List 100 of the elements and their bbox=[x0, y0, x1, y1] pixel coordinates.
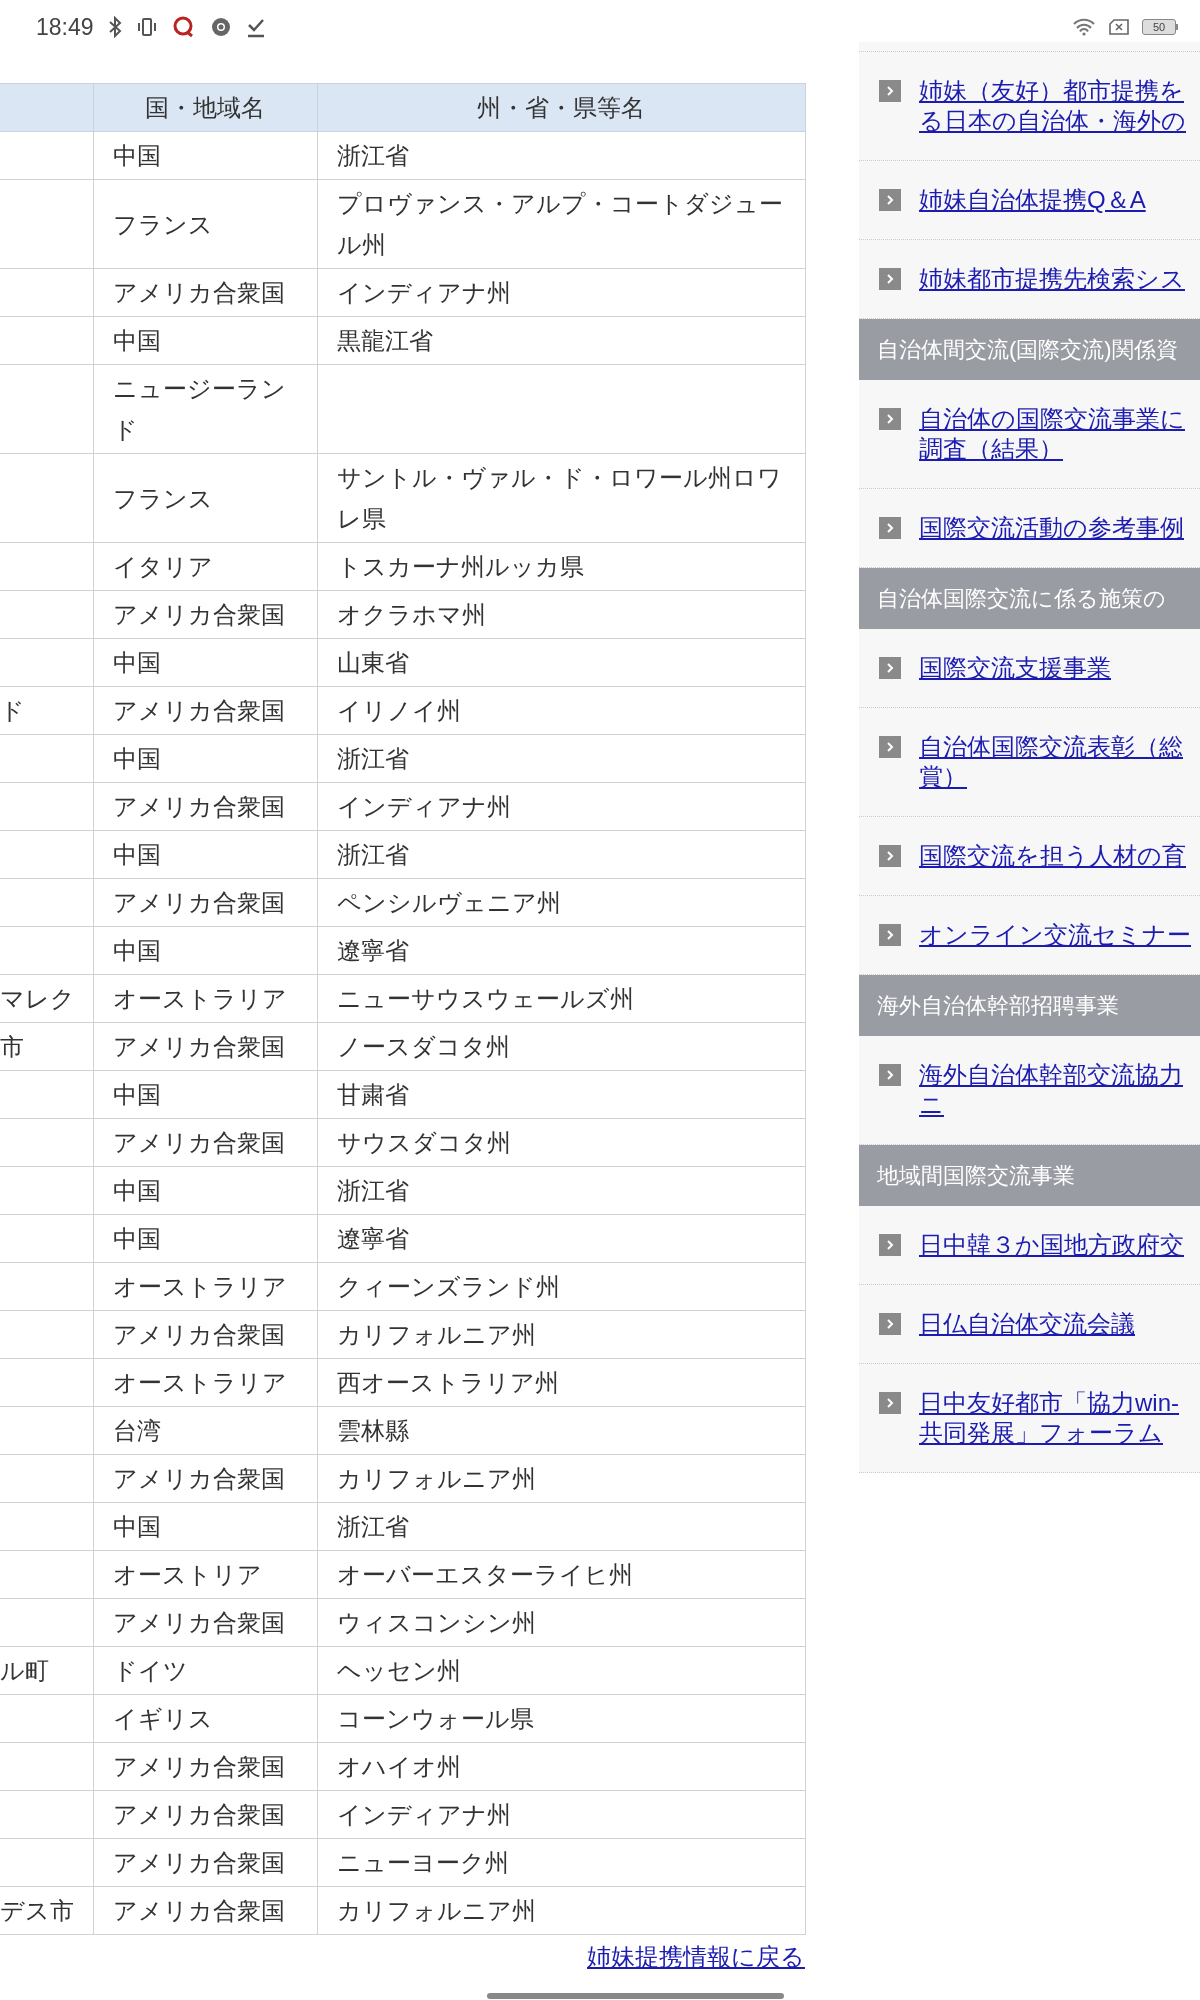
table-cell: ニューサウスウェールズ州 bbox=[336, 985, 634, 1012]
chevron-right-icon bbox=[879, 1392, 901, 1414]
wifi-icon bbox=[1072, 18, 1096, 36]
chevron-right-icon bbox=[879, 189, 901, 211]
table-cell: アメリカ合衆国 bbox=[112, 1849, 285, 1876]
table-cell: コーンウォール県 bbox=[336, 1705, 534, 1732]
table-cell: 雲林縣 bbox=[336, 1417, 409, 1444]
table-cell: 市 bbox=[0, 1033, 24, 1060]
table-cell: マレク bbox=[0, 985, 75, 1012]
sidebar-link[interactable]: 姉妹（友好）都市提携を る日本の自治体・海外の bbox=[919, 76, 1186, 136]
column-header: 州・省・県等名 bbox=[317, 83, 805, 132]
table-cell: インディアナ州 bbox=[336, 279, 511, 306]
table-cell: 浙江省 bbox=[336, 841, 409, 868]
table-cell: 中国 bbox=[112, 841, 161, 868]
table-cell: 山東省 bbox=[336, 649, 409, 676]
chevron-right-icon bbox=[879, 736, 901, 758]
table-cell: 甘粛省 bbox=[336, 1081, 409, 1108]
battery-level: 50 bbox=[1142, 19, 1176, 35]
table-cell: カリフォルニア州 bbox=[336, 1321, 536, 1348]
table-cell: アメリカ合衆国 bbox=[112, 1129, 285, 1156]
table-cell: アメリカ合衆国 bbox=[112, 1897, 285, 1924]
table-cell: ドイツ bbox=[112, 1657, 188, 1684]
chevron-right-icon bbox=[879, 657, 901, 679]
sidebar-link[interactable]: 国際交流活動の参考事例 bbox=[919, 513, 1184, 543]
table-cell: 中国 bbox=[112, 937, 161, 964]
table-cell: アメリカ合衆国 bbox=[112, 889, 285, 916]
no-sim-icon bbox=[1108, 18, 1130, 36]
bluetooth-icon bbox=[107, 16, 122, 38]
table-cell: クィーンズランド州 bbox=[336, 1273, 560, 1300]
table-cell: ペンシルヴェニア州 bbox=[336, 889, 561, 916]
table-cell: 中国 bbox=[112, 327, 161, 354]
chevron-right-icon bbox=[879, 1064, 901, 1086]
chevron-right-icon bbox=[879, 517, 901, 539]
sidebar-link[interactable]: 自治体の国際交流事業に 調査（結果） bbox=[919, 404, 1185, 464]
chevron-right-icon bbox=[879, 268, 901, 290]
table-cell: フランス bbox=[112, 484, 213, 512]
section-heading: 海外自治体幹部招聘事業 bbox=[859, 975, 1200, 1036]
table-cell: オーストラリア bbox=[112, 985, 287, 1012]
table-cell: 浙江省 bbox=[336, 745, 409, 772]
table-cell: イリノイ州 bbox=[336, 697, 461, 724]
table-cell: 遼寧省 bbox=[336, 937, 409, 964]
table-cell: トスカーナ州ルッカ県 bbox=[336, 553, 584, 580]
table-cell: 中国 bbox=[112, 1513, 161, 1540]
table-cell: 浙江省 bbox=[336, 1513, 409, 1540]
table-cell: 浙江省 bbox=[336, 1177, 409, 1204]
table-cell: デス市 bbox=[0, 1897, 74, 1924]
table-cell: ニューヨーク州 bbox=[336, 1849, 509, 1876]
column-header: 国・地域名 bbox=[93, 83, 317, 132]
table-cell: アメリカ合衆国 bbox=[112, 1801, 285, 1828]
vibrate-icon bbox=[135, 17, 158, 37]
table-cell: オーストリア bbox=[112, 1561, 262, 1588]
chevron-right-icon bbox=[879, 1234, 901, 1256]
sidebar-link[interactable]: 日仏自治体交流会議 bbox=[919, 1309, 1135, 1339]
table-cell: ノースダコタ州 bbox=[336, 1033, 510, 1060]
table-cell: 浙江省 bbox=[336, 142, 409, 169]
table-cell: サウスダコタ州 bbox=[336, 1129, 511, 1156]
table-cell: ウィスコンシン州 bbox=[336, 1609, 536, 1636]
table-cell: アメリカ合衆国 bbox=[112, 601, 285, 628]
section-heading: 自治体間交流(国際交流)関係資 bbox=[859, 319, 1200, 380]
table-cell: 中国 bbox=[112, 1177, 161, 1204]
table-cell: 西オーストラリア州 bbox=[336, 1369, 559, 1396]
table-cell: アメリカ合衆国 bbox=[112, 1465, 285, 1492]
table-cell: オーストラリア bbox=[112, 1273, 287, 1300]
chat-bubble-icon bbox=[171, 15, 196, 39]
sidebar-link[interactable]: 姉妹自治体提携Q＆A bbox=[919, 185, 1146, 215]
clock-time: 18:49 bbox=[36, 12, 94, 42]
sidebar-link[interactable]: 海外自治体幹部交流協力 ニ bbox=[919, 1060, 1183, 1120]
chevron-right-icon bbox=[879, 845, 901, 867]
table-cell: カリフォルニア州 bbox=[336, 1465, 536, 1492]
sidebar-link[interactable]: 日中友好都市「協力win- 共同発展」フォーラム bbox=[919, 1388, 1179, 1448]
sidebar-link[interactable]: 日中韓３か国地方政府交 bbox=[919, 1230, 1184, 1260]
section-heading: 地域間国際交流事業 bbox=[859, 1145, 1200, 1206]
table-cell: インディアナ州 bbox=[336, 1801, 511, 1828]
table-cell: 中国 bbox=[112, 142, 161, 169]
table-cell: 中国 bbox=[112, 745, 161, 772]
sidebar-link[interactable]: 自治体国際交流表彰（総 賞） bbox=[919, 732, 1183, 792]
sidebar-link[interactable]: 姉妹都市提携先検索シス bbox=[919, 264, 1185, 294]
table-cell: アメリカ合衆国 bbox=[112, 1753, 285, 1780]
table-cell: アメリカ合衆国 bbox=[112, 279, 285, 306]
table-cell: イギリス bbox=[112, 1705, 213, 1732]
table-cell: アメリカ合衆国 bbox=[112, 1033, 285, 1060]
table-cell: オクラホマ州 bbox=[336, 601, 486, 628]
table-cell: アメリカ合衆国 bbox=[112, 793, 285, 820]
sidebar-link[interactable]: オンライン交流セミナー bbox=[919, 920, 1191, 950]
chevron-right-icon bbox=[879, 924, 901, 946]
table-cell: オーストラリア bbox=[112, 1369, 287, 1396]
table-cell: 台湾 bbox=[112, 1417, 161, 1444]
table-cell: 黒龍江省 bbox=[336, 327, 433, 354]
back-link[interactable]: 姉妹提携情報に戻る bbox=[587, 1939, 805, 1975]
chevron-right-icon bbox=[879, 80, 901, 102]
table-cell: カリフォルニア州 bbox=[336, 1897, 536, 1924]
chevron-right-icon bbox=[879, 408, 901, 430]
browser-icon bbox=[209, 16, 232, 38]
sidebar-link[interactable]: 国際交流を担う人材の育 bbox=[919, 841, 1186, 871]
table-cell: フランス bbox=[112, 210, 213, 238]
sidebar-link[interactable]: 国際交流支援事業 bbox=[919, 653, 1111, 683]
table-cell: インディアナ州 bbox=[336, 793, 511, 820]
table-cell: 中国 bbox=[112, 1081, 161, 1108]
table-cell: アメリカ合衆国 bbox=[112, 1609, 285, 1636]
table-cell: ニュージーランド bbox=[112, 375, 286, 443]
